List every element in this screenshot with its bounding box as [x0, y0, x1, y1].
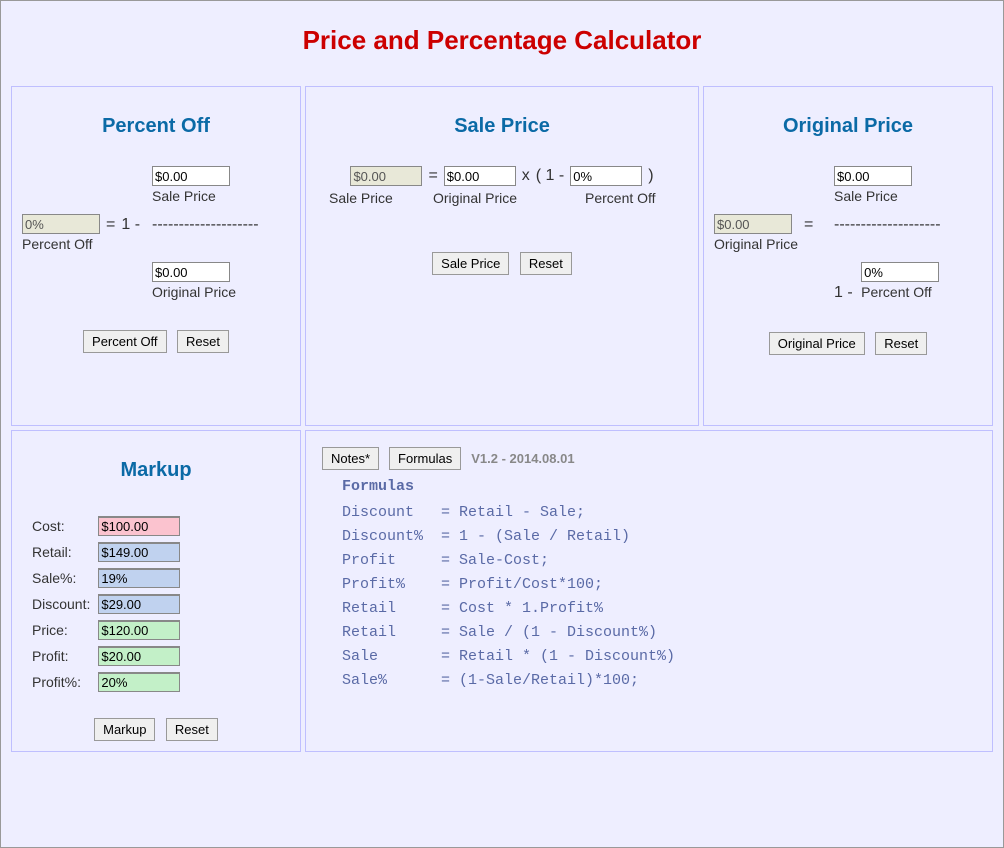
formulas-heading: Formulas [342, 478, 982, 495]
table-row: Cost: [28, 516, 184, 536]
original-price-sale-price-input[interactable] [834, 166, 912, 186]
sale-price-percent-off-input[interactable] [570, 166, 642, 186]
app-frame: Price and Percentage Calculator Percent … [0, 0, 1004, 848]
markup-row-input[interactable] [98, 620, 180, 640]
table-row: Retail: [28, 542, 184, 562]
original-price-percent-off-label: Percent Off [861, 284, 939, 300]
markup-heading: Markup [22, 459, 290, 482]
markup-row-label: Profit%: [28, 672, 94, 692]
sale-price-percent-label: Percent Off [585, 190, 675, 206]
percent-off-original-price-input[interactable] [152, 262, 230, 282]
original-price-percent-off-input[interactable] [861, 262, 939, 282]
markup-row-label: Retail: [28, 542, 94, 562]
markup-calc-button[interactable]: Markup [94, 718, 155, 741]
formulas-body: Discount = Retail - Sale; Discount% = 1 … [342, 501, 982, 693]
percent-off-sale-price-label: Sale Price [152, 188, 290, 204]
equals-text: = [428, 167, 437, 185]
markup-row-label: Sale%: [28, 568, 94, 588]
original-price-calc-button[interactable]: Original Price [769, 332, 865, 355]
markup-row-input[interactable] [98, 594, 180, 614]
original-price-heading: Original Price [714, 115, 982, 138]
sale-price-calc-button[interactable]: Sale Price [432, 252, 509, 275]
open-paren-text: ( 1 - [536, 167, 564, 185]
table-row: Profit: [28, 646, 184, 666]
formulas-button[interactable]: Formulas [389, 447, 461, 470]
panels-grid: Percent Off Sale Price Percent Off = 1 -… [5, 86, 999, 752]
table-row: Sale%: [28, 568, 184, 588]
markup-row-label: Cost: [28, 516, 94, 536]
page-title: Price and Percentage Calculator [5, 25, 999, 56]
original-price-result-label: Original Price [714, 236, 798, 252]
table-row: Price: [28, 620, 184, 640]
original-price-reset-button[interactable]: Reset [875, 332, 927, 355]
markup-row-input[interactable] [98, 542, 180, 562]
divider-dashes: -------------------- [834, 214, 982, 234]
sale-price-panel: Sale Price = x ( 1 - ) Sale Price Origin… [305, 86, 699, 426]
one-minus-text: 1 - [834, 282, 853, 302]
percent-off-sale-price-input[interactable] [152, 166, 230, 186]
markup-row-label: Profit: [28, 646, 94, 666]
equals-text: = [804, 214, 813, 234]
markup-row-input[interactable] [98, 568, 180, 588]
one-minus-text: 1 - [121, 214, 140, 234]
markup-row-label: Price: [28, 620, 94, 640]
percent-off-original-price-label: Original Price [152, 284, 290, 300]
sale-price-heading: Sale Price [316, 115, 688, 138]
markup-row-input[interactable] [98, 672, 180, 692]
percent-off-panel: Percent Off Sale Price Percent Off = 1 -… [11, 86, 301, 426]
markup-row-input[interactable] [98, 516, 180, 536]
divider-dashes: -------------------- [152, 214, 290, 234]
original-price-result-output [714, 214, 792, 234]
percent-off-result-output [22, 214, 100, 234]
sale-price-original-label: Original Price [433, 190, 533, 206]
sale-price-sale-label: Sale Price [329, 190, 407, 206]
percent-off-heading: Percent Off [22, 115, 290, 138]
markup-row-input[interactable] [98, 646, 180, 666]
percent-off-result-label: Percent Off [22, 236, 100, 252]
times-text: x [522, 167, 530, 185]
equals-text: = [106, 214, 115, 234]
markup-row-label: Discount: [28, 594, 94, 614]
percent-off-calc-button[interactable]: Percent Off [83, 330, 167, 353]
markup-reset-button[interactable]: Reset [166, 718, 218, 741]
markup-panel: Markup Cost: Retail: Sale%: Discount: Price:… [11, 430, 301, 752]
sale-price-reset-button[interactable]: Reset [520, 252, 572, 275]
percent-off-reset-button[interactable]: Reset [177, 330, 229, 353]
formulas-panel: Notes* Formulas V1.2 - 2014.08.01 Formul… [305, 430, 993, 752]
sale-price-original-price-input[interactable] [444, 166, 516, 186]
table-row: Discount: [28, 594, 184, 614]
table-row: Profit%: [28, 672, 184, 692]
markup-table: Cost: Retail: Sale%: Discount: Price: Profit:… [28, 510, 184, 698]
notes-button[interactable]: Notes* [322, 447, 379, 470]
sale-price-result-output [350, 166, 422, 186]
close-paren-text: ) [648, 167, 653, 185]
version-text: V1.2 - 2014.08.01 [471, 451, 574, 466]
original-price-panel: Original Price Sale Price Original Price… [703, 86, 993, 426]
original-price-sale-price-label: Sale Price [834, 188, 982, 204]
